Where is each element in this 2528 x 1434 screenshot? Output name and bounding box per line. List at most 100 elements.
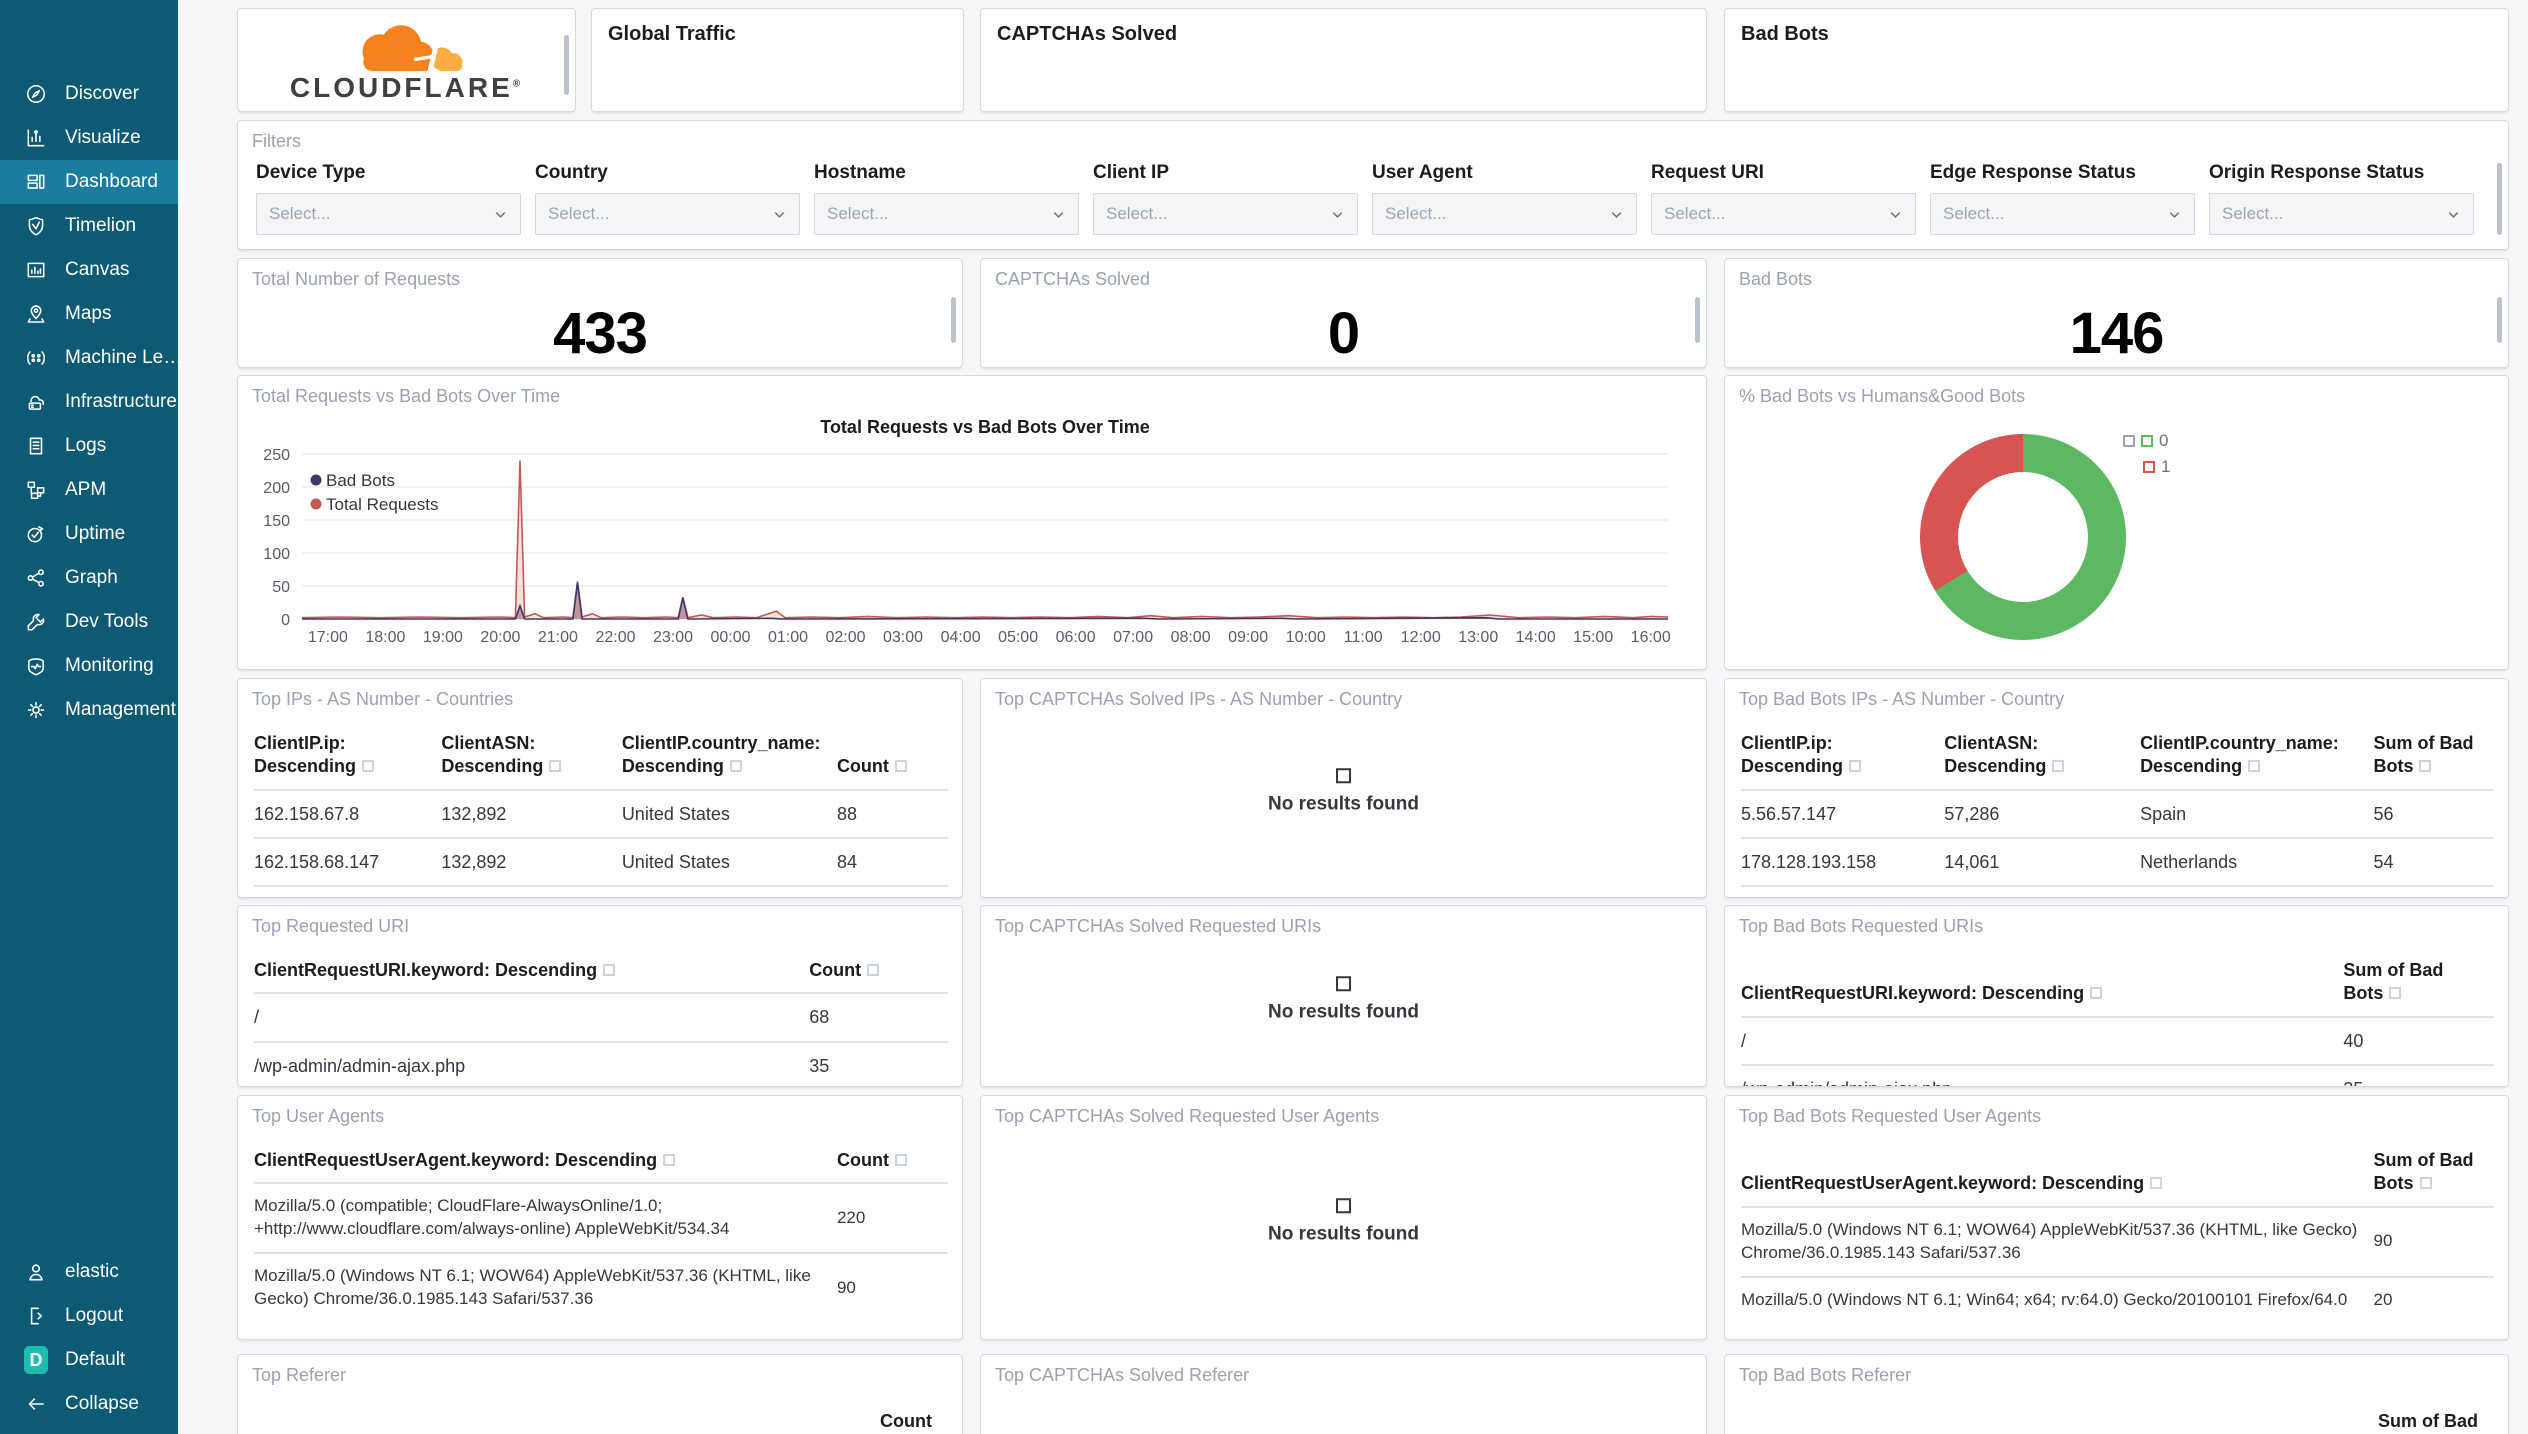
filter-select[interactable]: Select... — [1093, 193, 1358, 235]
table-panel-title: Top CAPTCHAs Solved Referer — [995, 1365, 1250, 1385]
sort-box-icon[interactable] — [2248, 760, 2261, 773]
sidebar-item-timelion[interactable]: Timelion — [0, 204, 178, 248]
filter-select[interactable]: Select... — [2209, 193, 2474, 235]
scrollbar-thumb[interactable] — [951, 297, 956, 343]
table-cell: Spain — [622, 886, 837, 897]
panel-captchas-solved-header: CAPTCHAs Solved — [980, 8, 1707, 112]
column-header[interactable]: ClientIP.country_name: Descending — [622, 726, 837, 790]
sidebar-item-machine-le[interactable]: Machine Le… — [0, 336, 182, 380]
column-header[interactable]: Sum of Bad Bots — [2343, 953, 2494, 1017]
table-cell: 57,286 — [441, 886, 621, 897]
sidebar-item-discover[interactable]: Discover — [0, 72, 178, 116]
sidebar-item-default[interactable]: D Default — [0, 1338, 178, 1382]
svg-text:02:00: 02:00 — [825, 629, 865, 646]
sidebar-item-dashboard[interactable]: Dashboard — [0, 160, 178, 204]
filter-select[interactable]: Select... — [1930, 193, 2195, 235]
column-header[interactable]: ClientRequestURI.keyword: Descending — [254, 953, 809, 993]
apm-icon — [24, 478, 48, 502]
sidebar-item-management[interactable]: Management — [0, 688, 178, 732]
legend-item-1[interactable]: 1 — [2143, 454, 2170, 480]
legend-filter-icon[interactable] — [2123, 435, 2135, 447]
panel-bad-user-agents: Top Bad Bots Requested User Agents Clien… — [1724, 1095, 2509, 1340]
sidebar-item-elastic[interactable]: elastic — [0, 1250, 178, 1294]
column-header[interactable]: Sum of Bad Bots — [2374, 1143, 2494, 1207]
scrollbar-thumb[interactable] — [564, 35, 569, 95]
sort-box-icon[interactable] — [549, 760, 562, 773]
column-header-count[interactable]: Count — [880, 1411, 932, 1432]
column-header[interactable]: ClientIP.country_name: Descending — [2140, 726, 2373, 790]
sort-box-icon[interactable] — [1849, 760, 1862, 773]
table-cell: 14,061 — [1944, 852, 2000, 873]
sort-box-icon[interactable] — [2150, 1177, 2163, 1190]
no-results: No results found — [981, 976, 1706, 1023]
sort-box-icon[interactable] — [362, 760, 375, 773]
sort-box-icon[interactable] — [603, 964, 616, 976]
filter-select[interactable]: Select... — [535, 193, 800, 235]
column-header[interactable]: Count — [837, 726, 948, 790]
svg-text:13:00: 13:00 — [1458, 629, 1498, 646]
sort-box-icon[interactable] — [894, 760, 907, 773]
sidebar-item-apm[interactable]: APM — [0, 468, 178, 512]
sort-box-icon[interactable] — [2419, 760, 2432, 773]
sort-box-icon[interactable] — [867, 964, 880, 976]
svg-text:19:00: 19:00 — [423, 629, 463, 646]
metric-value: 433 — [553, 301, 648, 366]
table-cell: 84 — [836, 852, 857, 873]
visualize-icon — [24, 126, 48, 150]
svg-text:03:00: 03:00 — [883, 629, 923, 646]
panel-cloudflare-logo: CLOUDFLARE® — [237, 8, 576, 112]
sidebar-item-collapse[interactable]: Collapse — [0, 1382, 178, 1426]
scrollbar-thumb[interactable] — [2497, 297, 2502, 343]
sidebar-item-graph[interactable]: Graph — [0, 556, 178, 600]
column-header[interactable]: ClientIP.ip: Descending — [1741, 726, 1944, 790]
column-header-sum-of-bad[interactable]: Sum of Bad — [2378, 1411, 2478, 1432]
sidebar-item-logout[interactable]: Logout — [0, 1294, 178, 1338]
global-traffic-heading: Global Traffic — [608, 23, 736, 45]
donut-chart[interactable] — [1920, 434, 2126, 640]
select-placeholder: Select... — [1943, 204, 2005, 223]
sidebar-item-monitoring[interactable]: Monitoring — [0, 644, 178, 688]
column-header[interactable]: ClientRequestUserAgent.keyword: Descendi… — [1741, 1143, 2374, 1207]
sidebar-item-maps[interactable]: Maps — [0, 292, 178, 336]
sort-box-icon[interactable] — [2419, 1177, 2432, 1190]
scrollbar-thumb[interactable] — [2497, 163, 2502, 235]
filter-select[interactable]: Select... — [814, 193, 1079, 235]
filter-select[interactable]: Select... — [1372, 193, 1637, 235]
table-cell: 5.56.57.147 — [1741, 803, 1837, 824]
filter-select[interactable]: Select... — [256, 193, 521, 235]
column-header[interactable]: Count — [809, 953, 948, 993]
column-header[interactable]: Sum of Bad Bots — [2373, 726, 2494, 790]
panel-captcha-uri: Top CAPTCHAs Solved Requested URIs No re… — [980, 905, 1707, 1087]
sidebar-item-visualize[interactable]: Visualize — [0, 116, 178, 160]
sort-box-icon[interactable] — [2389, 987, 2402, 1000]
sidebar-item-infrastructure[interactable]: Infrastructure — [0, 380, 178, 424]
no-results: No results found — [981, 1197, 1706, 1245]
sort-box-icon[interactable] — [729, 760, 742, 773]
sort-box-icon[interactable] — [2052, 760, 2065, 773]
scrollbar-thumb[interactable] — [1695, 297, 1700, 343]
column-header[interactable]: ClientASN: Descending — [441, 726, 621, 790]
column-header[interactable]: Count — [837, 1143, 948, 1183]
sort-box-icon[interactable] — [894, 1154, 907, 1166]
sidebar-item-logs[interactable]: Logs — [0, 424, 178, 468]
svg-text:04:00: 04:00 — [941, 629, 981, 646]
column-header[interactable]: ClientASN: Descending — [1944, 726, 2140, 790]
sidebar-item-label: Logout — [65, 1305, 124, 1326]
column-header[interactable]: ClientIP.ip: Descending — [254, 726, 441, 790]
sidebar-item-label: Collapse — [65, 1393, 139, 1414]
svg-text:0: 0 — [281, 612, 290, 629]
legend-item-0[interactable]: 0 — [2123, 428, 2170, 454]
panel-top-user-agents: Top User Agents ClientRequestUserAgent.k… — [237, 1095, 963, 1340]
table-cell: 57,286 — [1944, 803, 2000, 824]
filter-select[interactable]: Select... — [1651, 193, 1916, 235]
sidebar-item-dev-tools[interactable]: Dev Tools — [0, 600, 178, 644]
column-header[interactable]: ClientRequestUserAgent.keyword: Descendi… — [254, 1143, 837, 1183]
table-row: 128.32.162.14525United States2 — [1741, 886, 2494, 897]
column-header[interactable]: ClientRequestURI.keyword: Descending — [1741, 953, 2343, 1017]
sort-box-icon[interactable] — [2090, 987, 2103, 1000]
sort-box-icon[interactable] — [663, 1154, 676, 1166]
legend-label: 1 — [2161, 457, 2171, 476]
svg-text:14:00: 14:00 — [1516, 629, 1556, 646]
sidebar-item-uptime[interactable]: Uptime — [0, 512, 178, 556]
sidebar-item-canvas[interactable]: Canvas — [0, 248, 178, 292]
